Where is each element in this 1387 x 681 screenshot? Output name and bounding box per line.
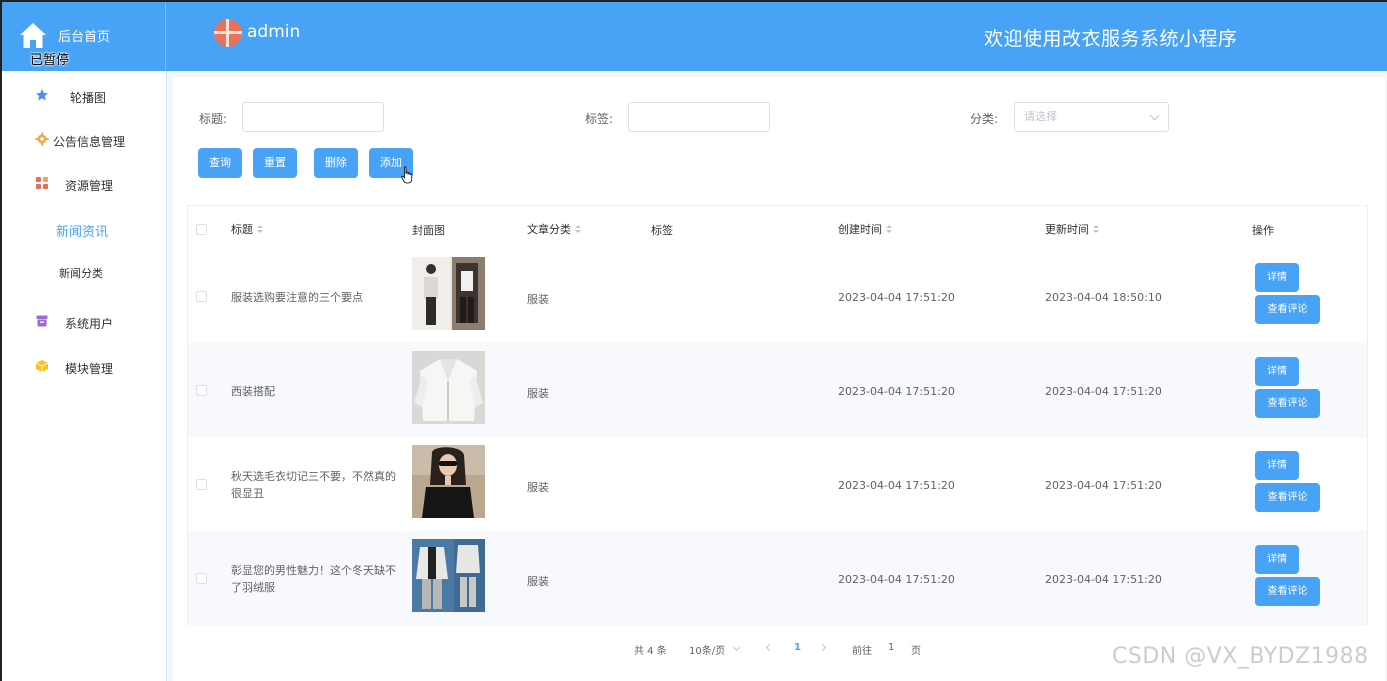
detail-button[interactable]: 详情 — [1255, 263, 1299, 292]
sidebar-item-carousel[interactable]: 轮播图 — [2, 75, 166, 115]
goto-label: 前往 — [852, 646, 872, 657]
sort-icon[interactable] — [1093, 225, 1100, 234]
table-row: 西装搭配 服装 2023-04-04 17:51:20 2023-04-04 1… — [188, 343, 1367, 437]
reset-button[interactable]: 重置 — [253, 148, 297, 178]
detail-button[interactable]: 详情 — [1255, 451, 1299, 480]
paused-badge: 已暂停 — [30, 53, 70, 68]
cover-photo-1 — [412, 257, 485, 330]
cover-photo-3 — [412, 445, 485, 518]
tag-input[interactable] — [628, 102, 770, 132]
delete-button[interactable]: 删除 — [314, 148, 358, 178]
row-updated-time: 2023-04-04 17:51:20 — [1045, 385, 1162, 398]
row-category: 服装 — [527, 575, 549, 588]
column-header-cover: 封面图 — [412, 224, 445, 237]
goto-page-input[interactable]: 1 — [888, 642, 894, 653]
view-comments-button[interactable]: 查看评论 — [1255, 577, 1320, 606]
hand-cursor-icon — [401, 166, 413, 184]
row-updated-time: 2023-04-04 18:50:10 — [1045, 291, 1162, 304]
archive-icon — [36, 315, 48, 327]
sidebar-item-label: 系统用户 — [65, 317, 114, 331]
title-input[interactable] — [242, 102, 384, 132]
row-updated-time: 2023-04-04 17:51:20 — [1045, 573, 1162, 586]
row-title: 西装搭配 — [231, 385, 275, 398]
row-created-time: 2023-04-04 17:51:20 — [838, 573, 955, 586]
sidebar-item-label: 新闻分类 — [59, 267, 103, 280]
column-header-category[interactable]: 文章分类 — [527, 221, 582, 237]
query-button[interactable]: 查询 — [198, 148, 242, 178]
row-title: 秋天选毛衣切记三不要，不然真的很显丑 — [231, 470, 396, 500]
column-header-actions: 操作 — [1252, 224, 1274, 237]
app-title: 欢迎使用改衣服务系统小程序 — [984, 28, 1238, 50]
detail-button[interactable]: 详情 — [1255, 357, 1299, 386]
watermark: CSDN @VX_BYDZ1988 — [1112, 644, 1369, 669]
grid-icon — [36, 177, 48, 189]
current-page[interactable]: 1 — [794, 642, 801, 653]
sidebar-item-label: 新闻资讯 — [56, 225, 109, 240]
sort-icon[interactable] — [257, 225, 264, 234]
page-size-select[interactable]: 10条/页 — [689, 642, 725, 657]
row-title: 彰显您的男性魅力！这个冬天缺不了羽绒服 — [231, 564, 396, 594]
chevron-down-icon — [1149, 110, 1160, 121]
table-row: 彰显您的男性魅力！这个冬天缺不了羽绒服 服装 2023-04-04 17:51:… — [188, 531, 1367, 625]
sidebar-header[interactable]: 后台首页 — [2, 2, 166, 71]
user-name[interactable]: admin — [247, 22, 300, 42]
sort-icon[interactable] — [575, 225, 582, 234]
column-header-tag: 标签 — [651, 224, 673, 237]
row-checkbox[interactable] — [196, 291, 207, 302]
view-comments-button[interactable]: 查看评论 — [1255, 295, 1320, 324]
row-checkbox[interactable] — [196, 573, 207, 584]
row-updated-time: 2023-04-04 17:51:20 — [1045, 479, 1162, 492]
sidebar-item-label: 公告信息管理 — [53, 135, 126, 149]
row-created-time: 2023-04-04 17:51:20 — [838, 385, 955, 398]
row-checkbox[interactable] — [196, 479, 207, 490]
row-category: 服装 — [527, 481, 549, 494]
category-select[interactable]: 请选择 — [1014, 102, 1169, 132]
avatar[interactable] — [214, 19, 242, 47]
cube-icon — [35, 360, 49, 372]
row-created-time: 2023-04-04 17:51:20 — [838, 479, 955, 492]
sidebar-item-label: 资源管理 — [65, 179, 114, 193]
row-category: 服装 — [527, 387, 549, 400]
sidebar-item-label: 轮播图 — [70, 91, 107, 105]
news-table: 标题 封面图 文章分类 标签 创建时间 更新时间 操作 服装选购要注意的三个要点… — [187, 205, 1368, 625]
star-icon — [36, 89, 48, 101]
table-row: 秋天选毛衣切记三不要，不然真的很显丑 服装 2023-04-04 17:51:2… — [188, 437, 1367, 531]
top-bar: 后台首页 admin 欢迎使用改衣服务系统小程序 — [2, 2, 1387, 71]
pagination-total: 共 4 条 — [634, 646, 667, 657]
row-checkbox[interactable] — [196, 385, 207, 396]
sidebar-item-modules[interactable]: 模块管理 — [2, 346, 166, 386]
column-header-created[interactable]: 创建时间 — [838, 221, 893, 237]
view-comments-button[interactable]: 查看评论 — [1255, 483, 1320, 512]
sidebar-item-notices[interactable]: 公告信息管理 — [2, 119, 166, 159]
column-header-updated[interactable]: 更新时间 — [1045, 221, 1100, 237]
home-icon[interactable] — [18, 21, 48, 49]
detail-button[interactable]: 详情 — [1255, 545, 1299, 574]
row-category: 服装 — [527, 293, 549, 306]
filter-tag-label: 标签: — [585, 112, 614, 126]
sidebar-item-news-category[interactable]: 新闻分类 — [2, 252, 166, 292]
sort-icon[interactable] — [886, 225, 893, 234]
column-header-title[interactable]: 标题 — [231, 221, 264, 237]
sidebar-item-resources[interactable]: 资源管理 — [2, 163, 166, 203]
gear-icon — [35, 132, 49, 146]
view-comments-button[interactable]: 查看评论 — [1255, 389, 1320, 418]
row-created-time: 2023-04-04 17:51:20 — [838, 291, 955, 304]
cover-photo-4 — [412, 539, 485, 612]
sidebar-item-system-users[interactable]: 系统用户 — [2, 301, 166, 341]
page-unit-label: 页 — [911, 646, 921, 657]
category-placeholder: 请选择 — [1024, 110, 1057, 123]
home-link[interactable]: 后台首页 — [58, 26, 110, 45]
sidebar: 轮播图 公告信息管理 资源管理 新闻资讯 新闻分类 系统用户 模块管理 — [2, 71, 167, 681]
table-row: 服装选购要注意的三个要点 服装 2023-04-04 17:51:20 2023… — [188, 249, 1367, 343]
sidebar-item-news[interactable]: 新闻资讯 — [2, 208, 166, 248]
filter-category-label: 分类: — [970, 112, 999, 126]
select-all-checkbox[interactable] — [196, 224, 207, 235]
sidebar-item-label: 模块管理 — [65, 362, 114, 376]
cover-photo-2 — [412, 351, 485, 424]
filter-title-label: 标题: — [199, 112, 228, 126]
row-title: 服装选购要注意的三个要点 — [231, 291, 363, 304]
